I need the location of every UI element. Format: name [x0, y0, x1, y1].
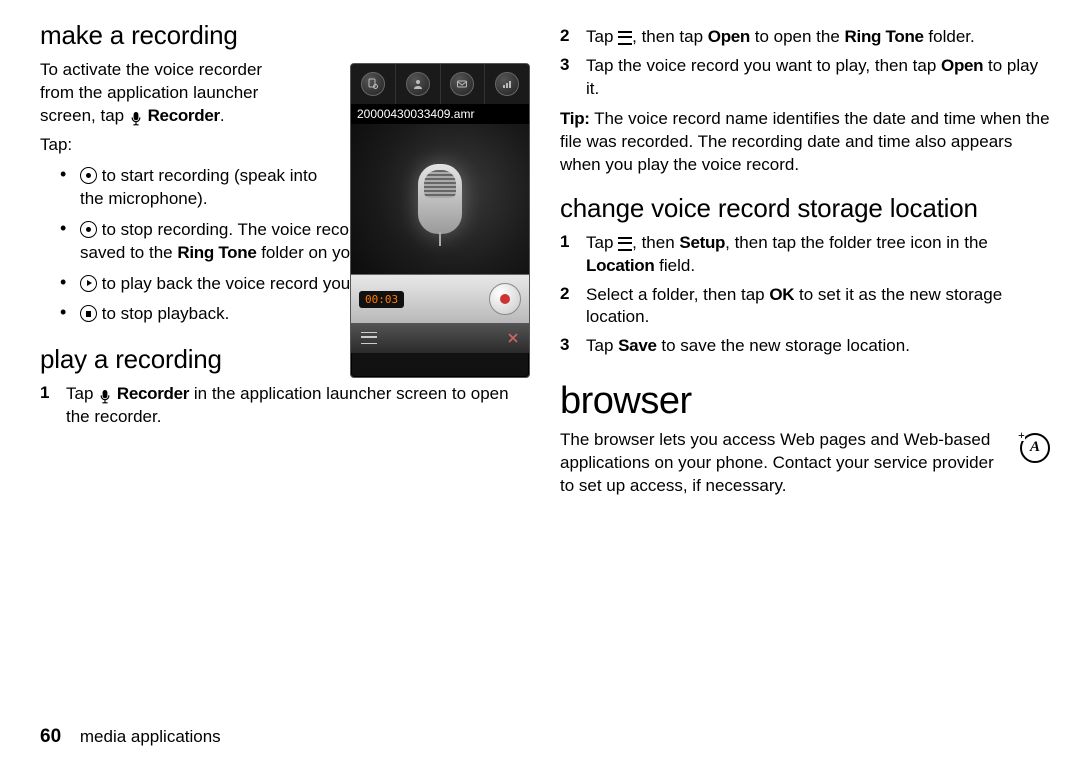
microphone-icon [129, 111, 143, 126]
tip-label: Tip: [560, 109, 590, 128]
stop-icon [80, 305, 97, 322]
phone-elapsed-time: 00:03 [359, 291, 404, 308]
play-step-3: 3 Tap the voice record you want to play,… [560, 55, 1050, 101]
right-column: 2 Tap , then tap Open to open the Ring T… [560, 20, 1050, 704]
page-number: 60 [40, 726, 61, 747]
recorder-label: Recorder [148, 106, 220, 125]
setup-label: Setup [679, 233, 725, 252]
change-step-3: 3 Tap Save to save the new storage locat… [560, 335, 1050, 358]
heading-change-storage: change voice record storage location [560, 193, 1050, 224]
left-column: make a recording To activate the voice r… [40, 20, 530, 704]
phone-controls: 00:03 [351, 274, 529, 323]
menu-icon [618, 31, 632, 45]
heading-make-a-recording: make a recording [40, 20, 530, 51]
phone-tabs [351, 64, 529, 104]
phone-tab-3 [441, 64, 486, 104]
accessory-icon: A [1020, 433, 1050, 463]
phone-artwork [351, 124, 529, 274]
phone-menu-icon [361, 332, 377, 344]
step-number: 3 [560, 55, 586, 101]
step-number: 1 [560, 232, 586, 278]
recorder-app-screenshot: 20000430033409.amr 00:03 [350, 63, 530, 378]
open-label: Open [941, 56, 983, 75]
menu-icon [618, 237, 632, 251]
play-icon [80, 275, 97, 292]
phone-record-button [489, 283, 521, 315]
phone-bottom-bar [351, 323, 529, 353]
phone-tab-2 [396, 64, 441, 104]
intro-paragraph: To activate the voice recorder from the … [40, 59, 300, 128]
phone-filename: 20000430033409.amr [351, 104, 529, 124]
phone-tab-1 [351, 64, 396, 104]
bullet-start-recording: to start recording (speak into the micro… [58, 165, 318, 211]
microphone-icon [98, 389, 112, 404]
recorder-label: Recorder [117, 384, 189, 403]
play-step-1: 1 Tap Recorder in the application launch… [40, 383, 530, 429]
page-footer: 60 media applications [40, 726, 221, 748]
ring-tone-label: Ring Tone [845, 27, 924, 46]
browser-paragraph: The browser lets you access Web pages an… [560, 429, 1000, 498]
ok-label: OK [769, 285, 794, 304]
save-label: Save [618, 336, 657, 355]
phone-microphone-graphic [418, 164, 462, 234]
ring-tone-label: Ring Tone [177, 243, 256, 262]
footer-section: media applications [80, 727, 221, 746]
step-number: 2 [560, 284, 586, 330]
play-step-2: 2 Tap , then tap Open to open the Ring T… [560, 26, 1050, 49]
step-number: 3 [560, 335, 586, 358]
record-icon [80, 221, 97, 238]
heading-browser: browser [560, 380, 1050, 423]
recording-actions-list: to start recording (speak into the micro… [58, 165, 318, 327]
step-number: 1 [40, 383, 66, 429]
step-number: 2 [560, 26, 586, 49]
phone-tab-4 [485, 64, 529, 104]
open-label: Open [708, 27, 750, 46]
location-label: Location [586, 256, 654, 275]
change-step-2: 2 Select a folder, then tap OK to set it… [560, 284, 1050, 330]
record-icon [80, 167, 97, 184]
phone-close-icon [507, 332, 519, 344]
tip-paragraph: Tip: The voice record name identifies th… [560, 108, 1050, 177]
change-step-1: 1 Tap , then Setup, then tap the folder … [560, 232, 1050, 278]
